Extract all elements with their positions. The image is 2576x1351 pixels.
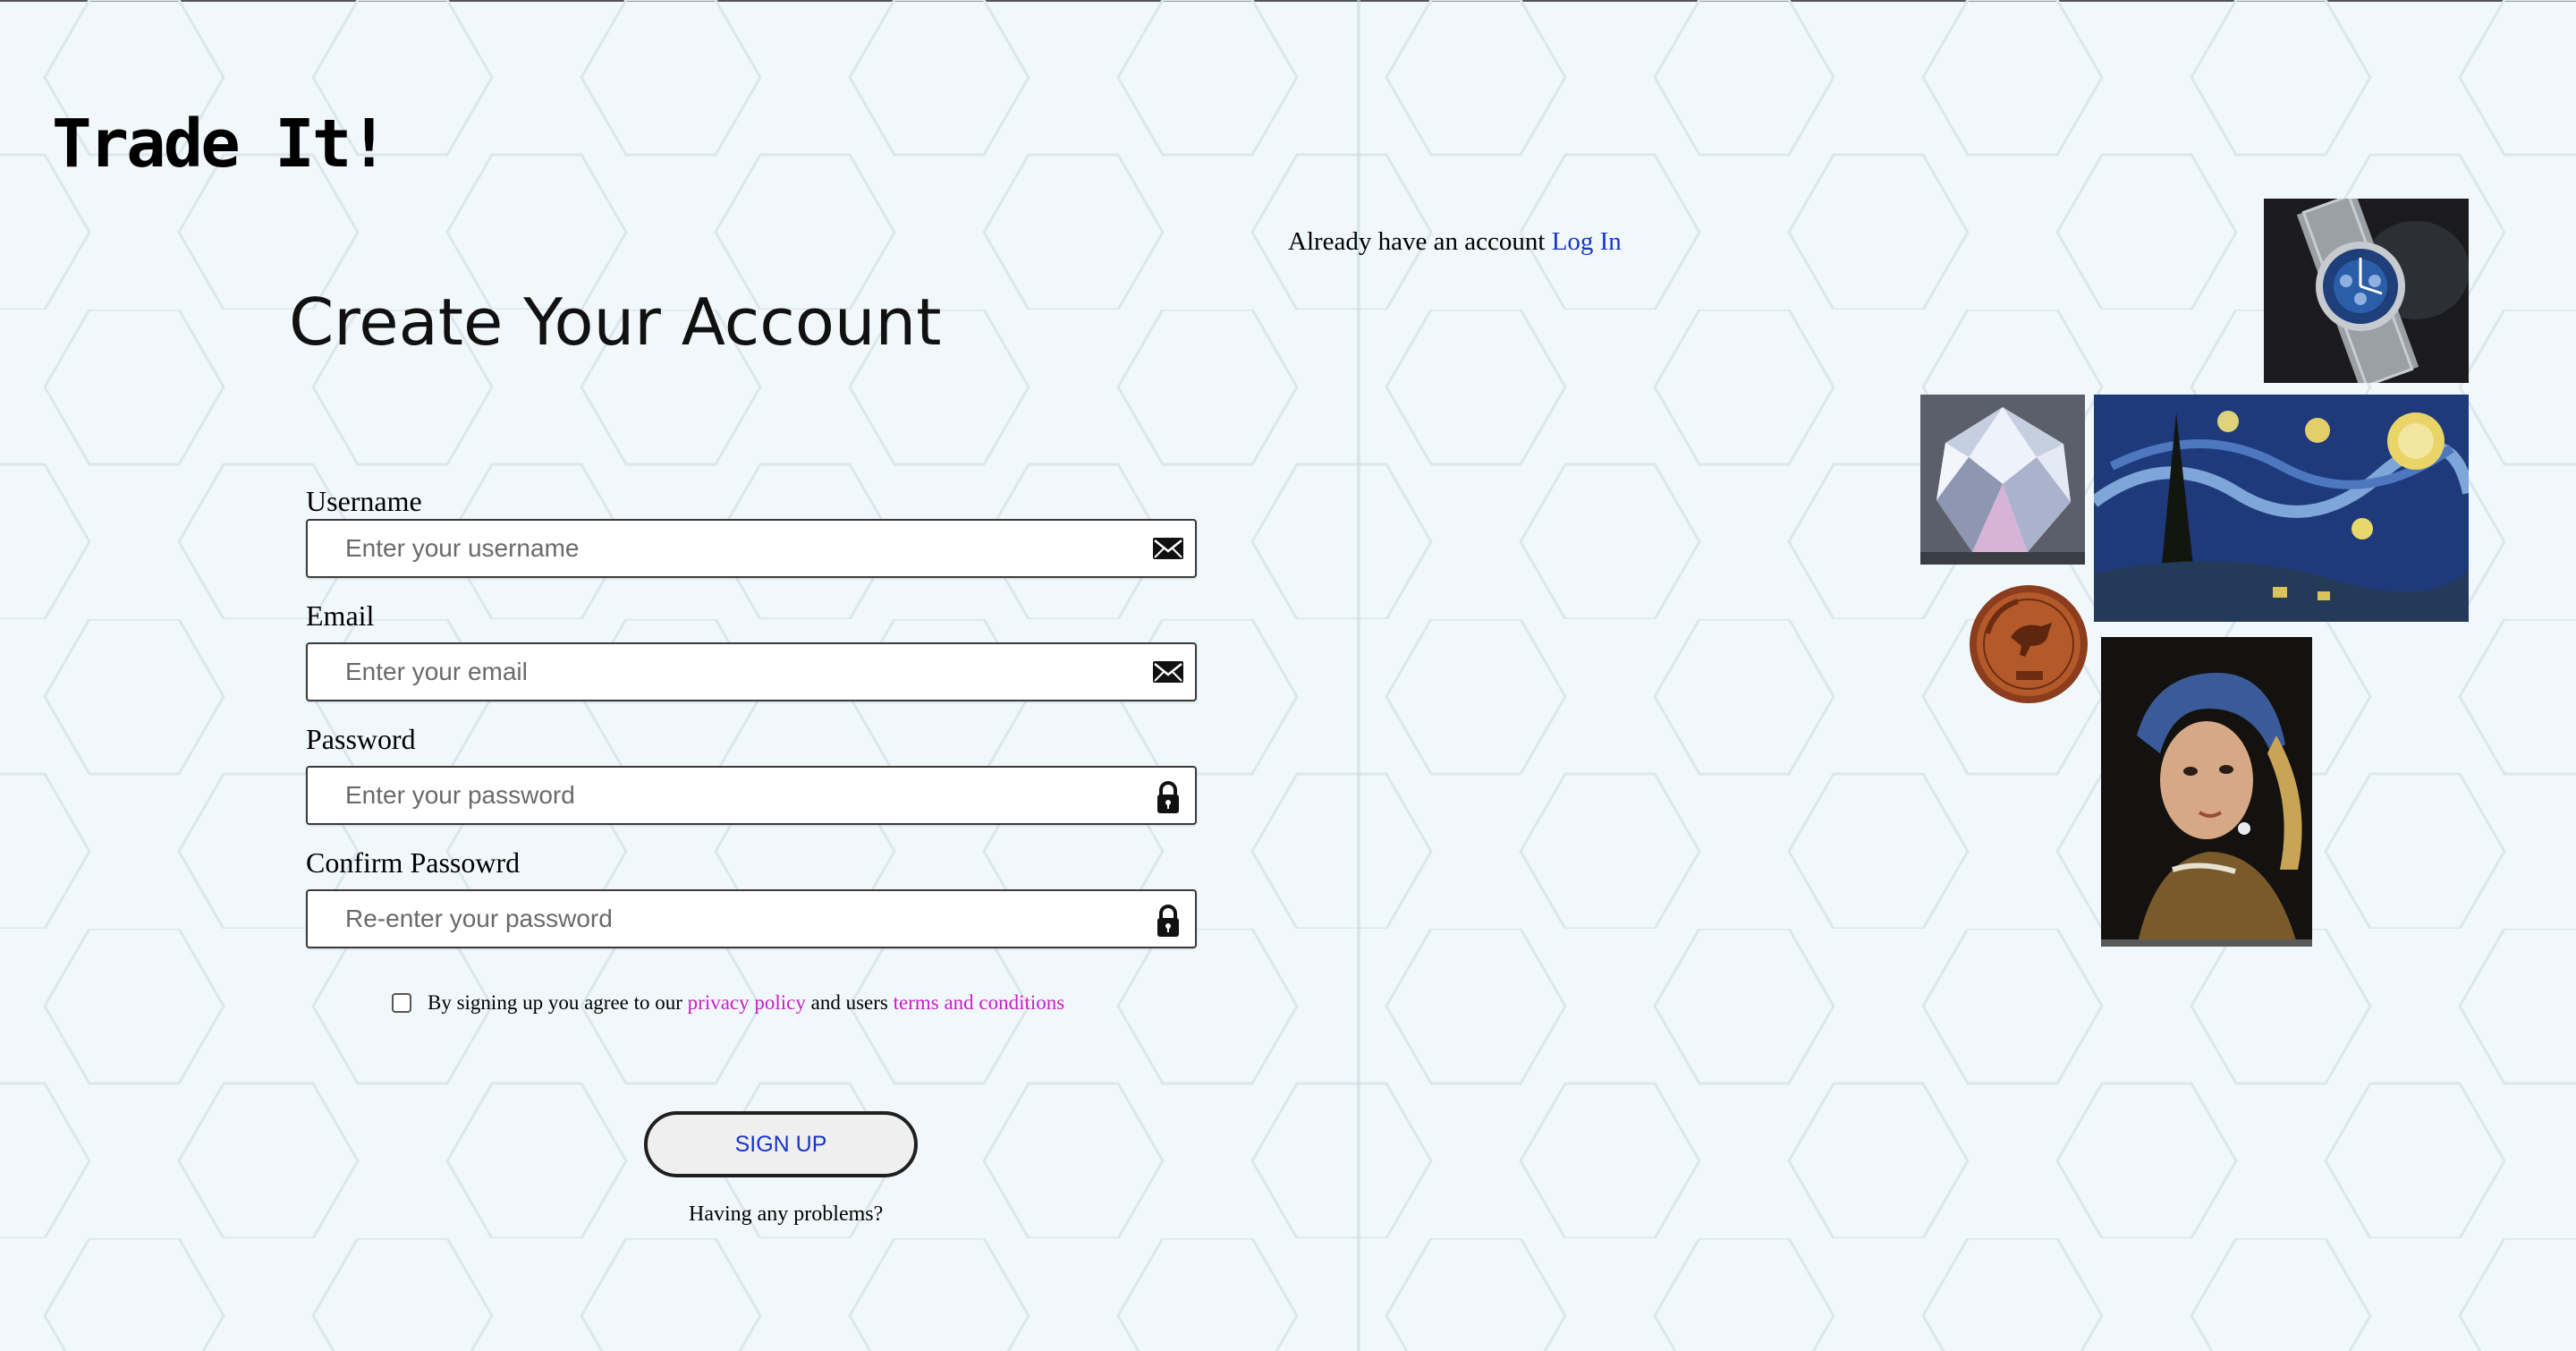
page-title: Create Your Account bbox=[289, 285, 942, 360]
terms-link[interactable]: terms and conditions bbox=[894, 991, 1065, 1014]
coin-image bbox=[1968, 582, 2089, 707]
lock-icon bbox=[1150, 779, 1186, 813]
confirm-password-input[interactable] bbox=[308, 891, 1095, 947]
password-label: Password bbox=[306, 723, 416, 755]
wristwatch-image bbox=[2264, 199, 2469, 383]
starry-night-painting-image bbox=[2094, 395, 2469, 622]
girl-with-pearl-earring-painting-image bbox=[2101, 637, 2312, 947]
privacy-policy-link[interactable]: privacy policy bbox=[688, 991, 806, 1014]
help-link[interactable]: Having any problems? bbox=[689, 1202, 883, 1227]
signup-button[interactable]: SIGN UP bbox=[644, 1111, 918, 1177]
confirm-password-label: Confirm Passowrd bbox=[306, 846, 521, 879]
email-input[interactable] bbox=[308, 644, 1095, 700]
agreement-prefix: By signing up you agree to our bbox=[428, 991, 682, 1014]
username-input[interactable] bbox=[308, 521, 1095, 576]
password-field-box bbox=[306, 766, 1197, 825]
agreement-middle: and users bbox=[810, 991, 888, 1014]
lock-icon bbox=[1150, 903, 1186, 937]
login-link[interactable]: Log In bbox=[1552, 227, 1622, 256]
password-input[interactable] bbox=[308, 768, 1095, 823]
email-label: Email bbox=[306, 599, 375, 632]
username-field-box bbox=[306, 519, 1197, 578]
agreement-checkbox[interactable] bbox=[392, 992, 411, 1013]
envelope-icon bbox=[1150, 656, 1186, 688]
login-prompt-text: Already have an account bbox=[1288, 227, 1546, 256]
email-field-box bbox=[306, 642, 1197, 701]
confirm-password-field-box bbox=[306, 889, 1197, 948]
envelope-icon bbox=[1150, 532, 1186, 565]
panel-divider bbox=[1357, 0, 1360, 1351]
brand-logo[interactable]: Trade It! bbox=[52, 106, 389, 183]
login-prompt: Already have an account Log In bbox=[1288, 227, 1622, 257]
diamond-image bbox=[1920, 395, 2085, 565]
agreement-row: By signing up you agree to our privacy p… bbox=[392, 988, 1064, 1018]
username-label: Username bbox=[306, 485, 422, 517]
